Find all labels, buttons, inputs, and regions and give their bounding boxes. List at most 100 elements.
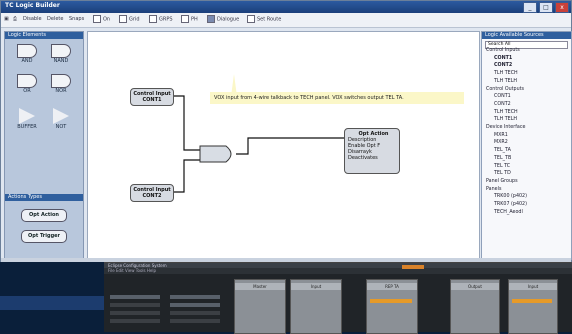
buffer-gate-tool[interactable]: BUFFER [15, 108, 39, 130]
configuration-window: Eclipse Configuration System File Edit V… [104, 262, 572, 334]
mixer-row[interactable] [110, 311, 160, 315]
tree-item[interactable]: TEL_TA [494, 148, 511, 153]
control-input-node-1[interactable]: Control Input CONT1 [130, 88, 174, 106]
toolbar-grid-toggle[interactable]: Grid [119, 15, 140, 24]
tree-item[interactable]: CONT2 [494, 102, 511, 107]
route-icon [247, 15, 255, 23]
nor-gate-tool[interactable]: NOR [49, 74, 73, 94]
toolbar-delete[interactable]: Delete [47, 15, 63, 24]
channel-strip[interactable]: Input [508, 279, 558, 334]
opt-action-node[interactable]: Opt Action Description Enable Opt F Disa… [344, 128, 400, 174]
tree-item[interactable]: TLH TELH [494, 117, 517, 122]
nand-gate-icon [51, 44, 71, 58]
connection-lines [172, 74, 354, 193]
maximize-button[interactable]: □ [539, 2, 553, 13]
nand-gate-tool[interactable]: NAND [49, 44, 73, 64]
and-gate-tool[interactable]: AND [15, 44, 39, 64]
toolbar-disable[interactable]: Disable [23, 15, 42, 24]
mixer-row[interactable] [170, 295, 220, 299]
channel-strip[interactable]: Output [450, 279, 500, 334]
mixer-row[interactable] [170, 319, 220, 323]
tree-item[interactable]: CONT1 [494, 56, 512, 61]
logic-sources-title: Logic Available Sources [482, 32, 571, 39]
or-gate-icon [17, 74, 37, 88]
node-line: Deactivates [348, 155, 378, 161]
toolbar-set-route[interactable]: Set Route [247, 15, 281, 24]
tree-item[interactable]: TECH_Aeodl [494, 210, 523, 215]
taskbar [0, 296, 108, 310]
mixer-row[interactable] [170, 303, 220, 307]
toolbar-ph-label: PH [191, 16, 198, 23]
grid-icon [207, 15, 215, 23]
checkbox-icon [93, 15, 101, 23]
mixer-row[interactable] [110, 319, 160, 323]
mixer-row[interactable] [170, 311, 220, 315]
tree-group[interactable]: Control Inputs [486, 48, 520, 53]
buffer-gate-label: BUFFER [17, 124, 37, 130]
window-tab-indicator[interactable] [402, 265, 424, 269]
tree-item[interactable]: TRK07 (p402) [494, 202, 527, 207]
tree-item[interactable]: TLH TECH [494, 110, 518, 115]
or-gate-node [199, 145, 232, 163]
tree-group[interactable]: Device Interface [486, 125, 525, 130]
tree-group[interactable]: Panel Groups [486, 179, 518, 184]
logic-elements-title: Logic Elements [5, 32, 83, 39]
toolbar-dialogue[interactable]: Dialogue [207, 15, 239, 24]
checkbox-icon [181, 15, 189, 23]
not-gate-tool[interactable]: NOT [49, 108, 73, 130]
tree-item[interactable]: CONT1 [494, 94, 511, 99]
strip-label: Master [235, 283, 285, 290]
window-title: TC Logic Builder [5, 2, 60, 9]
active-indicator [512, 299, 552, 303]
toolbar-grps-label: GRPS [159, 16, 173, 23]
toolbar-grps-toggle[interactable]: GRPS [149, 15, 173, 24]
node-value: CONT1 [142, 97, 162, 103]
logic-elements-panel: Logic Elements AND NAND OR NOR BUFFER NO… [4, 31, 84, 260]
configuration-menu[interactable]: File Edit View Tools Help [104, 268, 572, 274]
control-input-node-2[interactable]: Control Input CONT2 [130, 184, 174, 202]
logic-canvas[interactable]: Control Input CONT1 Control Input CONT2 … [87, 31, 480, 260]
channel-strip[interactable]: Master [234, 279, 286, 334]
tree-item[interactable]: CONT2 [494, 63, 512, 68]
tree-item[interactable]: MXR1 [494, 133, 508, 138]
opt-action-button[interactable]: Opt Action [21, 209, 67, 222]
nor-gate-icon [51, 74, 71, 88]
buffer-gate-icon [19, 108, 35, 124]
channel-strip[interactable]: Input [290, 279, 342, 334]
tree-item[interactable]: TLH TECH [494, 71, 518, 76]
toolbar-on-toggle[interactable]: On [93, 15, 110, 24]
wire-output [236, 137, 348, 155]
logic-builder-window: TC Logic Builder _ □ x ▣ ⎙ Disable Delet… [0, 0, 572, 262]
nand-gate-label: NAND [53, 58, 69, 64]
tree-item[interactable]: TLH TELH [494, 79, 517, 84]
or-gate-label: OR [23, 88, 31, 94]
tree-item[interactable]: TRK00 (p402) [494, 194, 527, 199]
tree-item[interactable]: MXR2 [494, 140, 508, 145]
print-icon[interactable]: ⎙ [13, 15, 17, 24]
tree-item[interactable]: TEL TC [494, 164, 510, 169]
opt-trigger-button[interactable]: Opt Trigger [21, 230, 67, 243]
or-gate-tool[interactable]: OR [15, 74, 39, 94]
minimize-button[interactable]: _ [523, 2, 537, 13]
active-indicator [370, 299, 412, 303]
strip-label: Output [451, 283, 499, 290]
title-bar[interactable]: TC Logic Builder _ □ x [1, 1, 571, 13]
tree-item[interactable]: TEL_TB [494, 156, 511, 161]
mixer-row[interactable] [110, 295, 160, 299]
mixer-row[interactable] [110, 303, 160, 307]
save-icon[interactable]: ▣ [4, 15, 9, 24]
toolbar-snaps[interactable]: Snaps [69, 15, 84, 24]
toolbar-grid-label: Grid [129, 16, 140, 23]
tooltip: VOX input from 4-wire talkback to TECH p… [210, 92, 464, 104]
toolbar: ▣ ⎙ Disable Delete Snaps On Grid GRPS PH… [1, 13, 571, 28]
close-button[interactable]: x [555, 2, 569, 13]
tree-item[interactable]: TEL TD [494, 171, 511, 176]
nor-gate-label: NOR [55, 88, 67, 94]
channel-strip[interactable]: REP TA [366, 279, 418, 334]
not-gate-icon [53, 108, 69, 124]
toolbar-ph-toggle[interactable]: PH [181, 15, 198, 24]
tree-group[interactable]: Control Outputs [486, 87, 524, 92]
toolbar-dialogue-label: Dialogue [217, 16, 240, 23]
not-gate-label: NOT [55, 124, 67, 130]
tree-group[interactable]: Panels [486, 187, 501, 192]
